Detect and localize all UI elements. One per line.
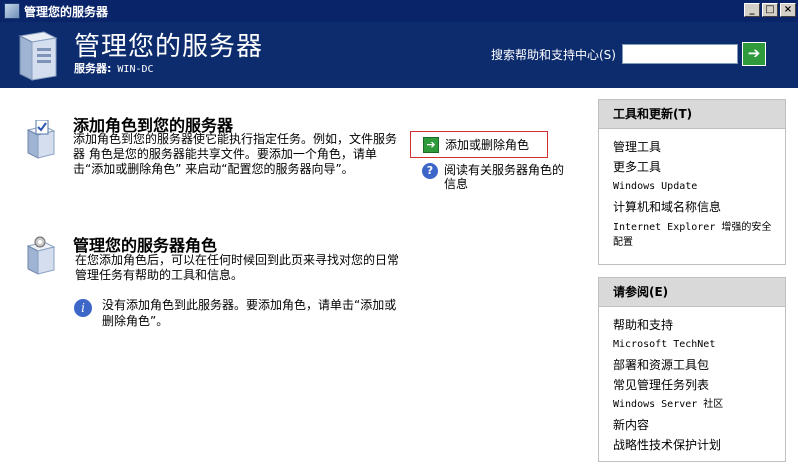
minimize-button[interactable]: _: [744, 3, 760, 17]
window-titlebar: 管理您的服务器 _ □ ×: [0, 0, 798, 22]
read-about-roles-link[interactable]: ? 阅读有关服务器角色的信息: [422, 163, 574, 191]
link-help-support[interactable]: 帮助和支持: [613, 315, 777, 335]
page-title: 管理您的服务器: [74, 32, 264, 62]
server-info: 服务器: WIN-DC: [74, 60, 154, 76]
no-roles-info: i 没有添加角色到此服务器。要添加角色，请单击“添加或删除角色”。: [74, 297, 402, 329]
green-arrow-icon: ➔: [423, 136, 439, 153]
restore-button[interactable]: □: [762, 3, 778, 17]
link-technet[interactable]: Microsoft TechNet: [613, 335, 777, 355]
server-app-icon: [4, 3, 20, 19]
server-label: 服务器:: [74, 62, 112, 75]
see-also-list: 帮助和支持 Microsoft TechNet 部署和资源工具包 常见管理任务列…: [599, 307, 785, 461]
main-content: 添加角色到您的服务器 添加角色到您的服务器使它能执行指定任务。例如，文件服务器 …: [0, 88, 798, 474]
close-button[interactable]: ×: [780, 3, 796, 17]
link-whats-new[interactable]: 新内容: [613, 415, 777, 435]
read-about-roles-label: 阅读有关服务器角色的信息: [444, 163, 565, 191]
search-go-button[interactable]: ➔: [742, 42, 766, 66]
info-icon: i: [74, 299, 92, 317]
window-controls: _ □ ×: [744, 3, 796, 17]
search-input[interactable]: [622, 44, 738, 64]
tools-updates-panel: 工具和更新(T) 管理工具 更多工具 Windows Update 计算机和域名…: [598, 99, 786, 265]
see-also-header[interactable]: 请参阅(E): [599, 278, 785, 307]
link-ie-esc[interactable]: Internet Explorer 增强的安全配置: [613, 220, 777, 250]
link-server-community[interactable]: Windows Server 社区: [613, 395, 777, 415]
search-label: 搜索帮助和支持中心(S): [491, 48, 616, 62]
link-computer-domain-info[interactable]: 计算机和域名称信息: [613, 197, 777, 217]
link-security-program[interactable]: 战略性技术保护计划: [613, 435, 777, 455]
link-more-tools[interactable]: 更多工具: [613, 157, 777, 177]
add-roles-description: 添加角色到您的服务器使它能执行指定任务。例如，文件服务器 角色是您的服务器能共享…: [73, 132, 398, 176]
link-common-tasks[interactable]: 常见管理任务列表: [613, 375, 777, 395]
help-question-icon: ?: [422, 163, 438, 179]
arrow-right-icon: ➔: [747, 44, 761, 62]
see-also-panel: 请参阅(E) 帮助和支持 Microsoft TechNet 部署和资源工具包 …: [598, 277, 786, 462]
add-remove-roles-link[interactable]: ➔ 添加或删除角色: [410, 131, 548, 158]
tools-updates-header[interactable]: 工具和更新(T): [599, 100, 785, 129]
link-ie-esc-label: Internet Explorer 增强的安全配置: [613, 222, 772, 248]
server-tools-icon: [26, 236, 56, 275]
tools-updates-list: 管理工具 更多工具 Windows Update 计算机和域名称信息 Inter…: [599, 129, 785, 256]
link-admin-tools[interactable]: 管理工具: [613, 137, 777, 157]
manage-roles-description: 在您添加角色后，可以在任何时候回到此页来寻找对您的日常管理任务有帮助的工具和信息…: [75, 253, 400, 282]
add-remove-roles-label: 添加或删除角色: [445, 138, 530, 152]
server-tower-icon: [18, 31, 58, 81]
link-deployment-kit[interactable]: 部署和资源工具包: [613, 355, 777, 375]
header-banner: 管理您的服务器 服务器: WIN-DC 搜索帮助和支持中心(S) ➔: [0, 22, 798, 88]
server-name: WIN-DC: [117, 64, 154, 75]
no-roles-info-text: 没有添加角色到此服务器。要添加角色，请单击“添加或删除角色”。: [102, 298, 397, 328]
window-title: 管理您的服务器: [24, 4, 109, 19]
link-windows-update[interactable]: Windows Update: [613, 177, 777, 197]
server-checklist-icon: [26, 120, 56, 159]
